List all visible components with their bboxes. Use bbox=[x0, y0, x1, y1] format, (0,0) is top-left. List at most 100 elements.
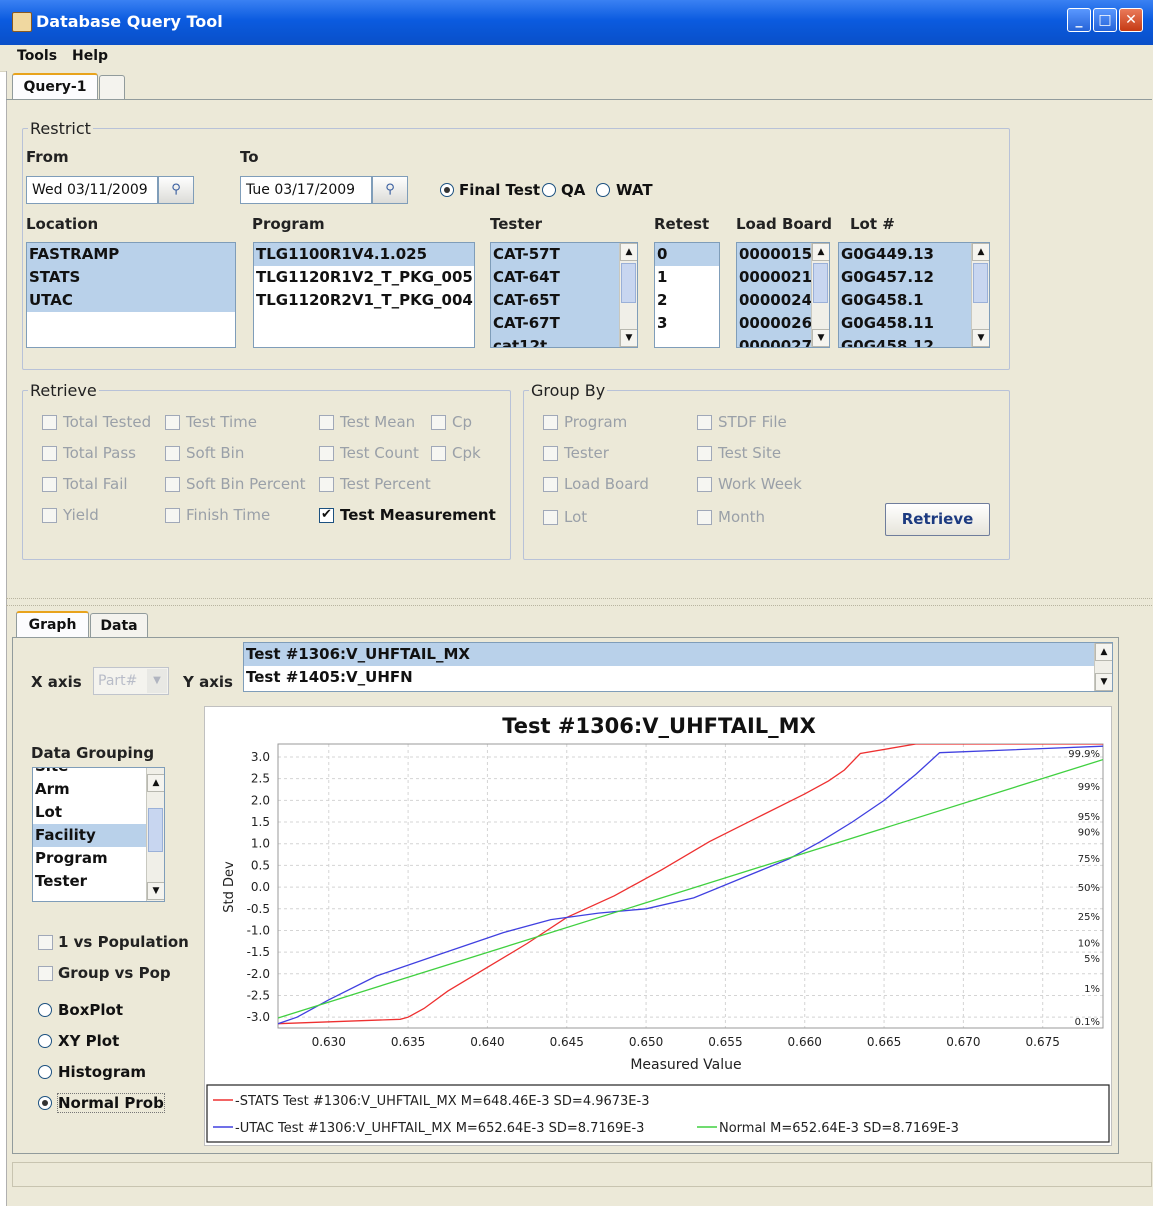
list-item[interactable]: 0000021 bbox=[737, 266, 812, 289]
list-item[interactable]: 0000027 bbox=[737, 335, 812, 347]
lot-scrollbar[interactable]: ▲ ▼ bbox=[971, 243, 989, 347]
list-item[interactable]: Program bbox=[33, 847, 146, 870]
group-tester-checkbox[interactable] bbox=[543, 446, 558, 461]
from-date-picker-button[interactable]: ⚲ bbox=[158, 176, 194, 204]
maximize-button[interactable]: □ bbox=[1093, 8, 1117, 32]
group-vs-pop-checkbox[interactable] bbox=[38, 966, 53, 981]
menu-help[interactable]: Help bbox=[72, 48, 108, 64]
group-lot-checkbox[interactable] bbox=[543, 510, 558, 525]
soft-bin-checkbox[interactable] bbox=[165, 446, 180, 461]
total-tested-checkbox[interactable] bbox=[42, 415, 57, 430]
list-item[interactable]: G0G458.12 bbox=[839, 335, 971, 347]
tester-list[interactable]: CAT-57T CAT-64T CAT-65T CAT-67T cat12t ▲… bbox=[490, 242, 638, 348]
qa-radio[interactable] bbox=[542, 183, 556, 197]
tab-query-1[interactable]: Query-1 bbox=[12, 73, 98, 99]
list-item[interactable]: UTAC bbox=[27, 289, 235, 312]
list-item[interactable]: 0000026 bbox=[737, 312, 812, 335]
list-item[interactable]: CAT-65T bbox=[491, 289, 619, 312]
scroll-up-icon[interactable]: ▲ bbox=[1095, 643, 1112, 661]
list-item[interactable]: Test #1405:V_UHFN bbox=[244, 666, 1094, 689]
list-item[interactable]: Tester bbox=[33, 870, 146, 893]
program-list[interactable]: TLG1100R1V4.1.025 TLG1120R1V2_T_PKG_005 … bbox=[253, 242, 475, 348]
list-item[interactable]: Arm bbox=[33, 778, 146, 801]
list-item[interactable]: Facility bbox=[33, 824, 146, 847]
list-item[interactable]: Site bbox=[33, 768, 146, 778]
histogram-radio[interactable] bbox=[38, 1065, 52, 1079]
list-item[interactable]: 1 bbox=[655, 266, 719, 289]
soft-bin-percent-checkbox[interactable] bbox=[165, 477, 180, 492]
list-item[interactable]: CAT-64T bbox=[491, 266, 619, 289]
tab-new-query[interactable] bbox=[99, 75, 125, 99]
from-date-field[interactable]: Wed 03/11/2009 bbox=[26, 176, 158, 204]
list-item[interactable]: G0G449.13 bbox=[839, 243, 971, 266]
list-item[interactable]: TLG1120R2V1_T_PKG_004 bbox=[254, 289, 474, 312]
group-load-board-checkbox[interactable] bbox=[543, 477, 558, 492]
minimize-button[interactable]: _ bbox=[1067, 8, 1091, 32]
data-grouping-list[interactable]: Site Arm Lot Facility Program Tester ▲ ▼ bbox=[32, 767, 165, 902]
test-percent-checkbox[interactable] bbox=[319, 477, 334, 492]
menu-tools[interactable]: Tools bbox=[17, 48, 57, 64]
list-item[interactable]: TLG1120R1V2_T_PKG_005 bbox=[254, 266, 474, 289]
list-item[interactable]: TLG1100R1V4.1.025 bbox=[254, 243, 474, 266]
tab-data[interactable]: Data bbox=[90, 613, 148, 637]
chevron-down-icon[interactable]: ▼ bbox=[147, 669, 167, 693]
test-count-checkbox[interactable] bbox=[319, 446, 334, 461]
list-item[interactable]: 3 bbox=[655, 312, 719, 335]
list-item[interactable]: Test #1306:V_UHFTAIL_MX bbox=[244, 643, 1094, 666]
cp-checkbox[interactable] bbox=[431, 415, 446, 430]
test-mean-checkbox[interactable] bbox=[319, 415, 334, 430]
test-measurement-checkbox[interactable]: ✔ bbox=[319, 508, 334, 523]
lot-list[interactable]: G0G449.13 G0G457.12 G0G458.1 G0G458.11 G… bbox=[838, 242, 990, 348]
close-button[interactable]: ✕ bbox=[1119, 8, 1143, 32]
tester-scrollbar[interactable]: ▲ ▼ bbox=[619, 243, 637, 347]
to-date-picker-button[interactable]: ⚲ bbox=[372, 176, 408, 204]
stdf-file-checkbox[interactable] bbox=[697, 415, 712, 430]
scroll-up-icon[interactable]: ▲ bbox=[147, 774, 164, 792]
y-axis-list[interactable]: Test #1306:V_UHFTAIL_MX Test #1405:V_UHF… bbox=[243, 642, 1113, 692]
scroll-up-icon[interactable]: ▲ bbox=[972, 243, 989, 261]
month-checkbox[interactable] bbox=[697, 510, 712, 525]
finish-time-checkbox[interactable] bbox=[165, 508, 180, 523]
cpk-checkbox[interactable] bbox=[431, 446, 446, 461]
final-test-radio[interactable] bbox=[440, 183, 454, 197]
scroll-down-icon[interactable]: ▼ bbox=[147, 882, 164, 900]
scroll-down-icon[interactable]: ▼ bbox=[1095, 673, 1112, 691]
list-item[interactable]: CAT-67T bbox=[491, 312, 619, 335]
list-item[interactable]: 0 bbox=[655, 243, 719, 266]
total-pass-checkbox[interactable] bbox=[42, 446, 57, 461]
one-vs-population-checkbox[interactable] bbox=[38, 935, 53, 950]
boxplot-radio[interactable] bbox=[38, 1003, 52, 1017]
scroll-down-icon[interactable]: ▼ bbox=[972, 329, 989, 347]
yield-checkbox[interactable] bbox=[42, 508, 57, 523]
normal-prob-radio[interactable] bbox=[38, 1096, 52, 1110]
list-item[interactable]: STATS bbox=[27, 266, 235, 289]
load-board-scrollbar[interactable]: ▲ ▼ bbox=[811, 243, 829, 347]
list-item[interactable]: G0G458.11 bbox=[839, 312, 971, 335]
y-axis-scrollbar[interactable]: ▲ ▼ bbox=[1094, 643, 1112, 691]
to-date-field[interactable]: Tue 03/17/2009 bbox=[240, 176, 372, 204]
scroll-down-icon[interactable]: ▼ bbox=[620, 329, 637, 347]
work-week-checkbox[interactable] bbox=[697, 477, 712, 492]
x-axis-select[interactable]: Part# ▼ bbox=[93, 667, 169, 695]
group-program-checkbox[interactable] bbox=[543, 415, 558, 430]
list-item[interactable]: Lot bbox=[33, 801, 146, 824]
scroll-down-icon[interactable]: ▼ bbox=[812, 329, 829, 347]
retest-list[interactable]: 0 1 2 3 bbox=[654, 242, 720, 348]
location-list[interactable]: FASTRAMP STATS UTAC bbox=[26, 242, 236, 348]
list-item[interactable]: cat12t bbox=[491, 335, 619, 347]
list-item[interactable]: G0G457.12 bbox=[839, 266, 971, 289]
scroll-up-icon[interactable]: ▲ bbox=[812, 243, 829, 261]
xy-plot-radio[interactable] bbox=[38, 1034, 52, 1048]
list-item[interactable]: CAT-57T bbox=[491, 243, 619, 266]
wat-radio[interactable] bbox=[596, 183, 610, 197]
test-site-checkbox[interactable] bbox=[697, 446, 712, 461]
list-item[interactable]: FASTRAMP bbox=[27, 243, 235, 266]
test-time-checkbox[interactable] bbox=[165, 415, 180, 430]
list-item[interactable]: 2 bbox=[655, 289, 719, 312]
scroll-up-icon[interactable]: ▲ bbox=[620, 243, 637, 261]
scroll-thumb[interactable] bbox=[621, 263, 636, 303]
data-grouping-scrollbar[interactable]: ▲ ▼ bbox=[146, 768, 164, 901]
load-board-list[interactable]: 0000015 0000021 0000024 0000026 0000027 … bbox=[736, 242, 830, 348]
total-fail-checkbox[interactable] bbox=[42, 477, 57, 492]
scroll-thumb[interactable] bbox=[973, 263, 988, 303]
